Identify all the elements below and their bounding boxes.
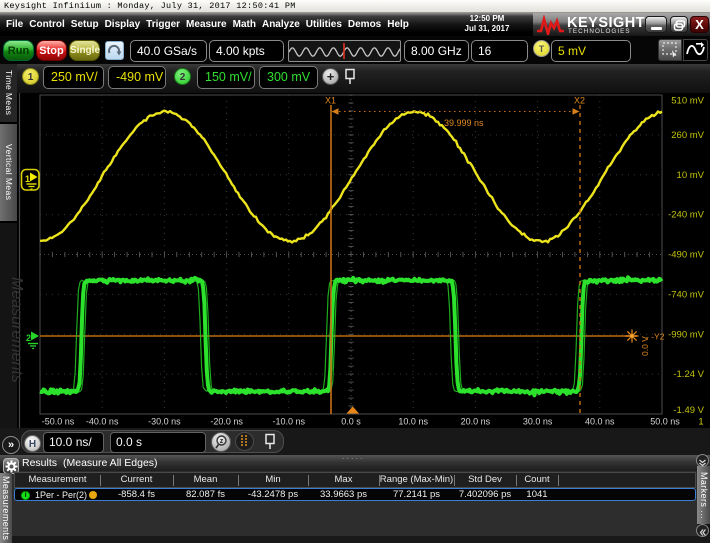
svg-text:510 mV: 510 mV: [671, 96, 704, 107]
svg-text:1: 1: [698, 417, 703, 427]
svg-text:260 mV: 260 mV: [671, 130, 704, 141]
svg-text:Measurements: Measurements: [8, 277, 25, 383]
svg-text:-20.0 ns: -20.0 ns: [210, 417, 243, 427]
svg-text:39.999 ns: 39.999 ns: [444, 118, 484, 128]
svg-text:40.0 ns: 40.0 ns: [585, 417, 615, 427]
svg-text:0.0 s: 0.0 s: [341, 417, 361, 427]
svg-text:z: z: [220, 438, 224, 445]
svg-text:10 mV: 10 mV: [677, 170, 705, 181]
svg-text:50.0 ns: 50.0 ns: [650, 417, 680, 427]
svg-text:-40.0 ns: -40.0 ns: [86, 417, 119, 427]
svg-text:X1: X1: [325, 96, 336, 106]
svg-text:0.0 V: 0.0 V: [640, 336, 650, 356]
svg-text:X2: X2: [574, 96, 585, 106]
svg-text:-240 mV: -240 mV: [668, 210, 705, 221]
svg-text:-30.0 ns: -30.0 ns: [148, 417, 181, 427]
svg-text:-1.49 V: -1.49 V: [673, 405, 704, 416]
svg-text:-490 mV: -490 mV: [668, 250, 705, 261]
svg-text:30.0 ns: 30.0 ns: [523, 417, 553, 427]
svg-text:10.0 ns: 10.0 ns: [398, 417, 428, 427]
svg-text:-740 mV: -740 mV: [668, 289, 705, 300]
svg-text:20.0 ns: 20.0 ns: [461, 417, 491, 427]
svg-text:-50.0 ns: -50.0 ns: [42, 417, 75, 427]
svg-text:-1.24 V: -1.24 V: [673, 369, 704, 380]
svg-text:1: 1: [25, 174, 30, 184]
svg-text:-10.0 ns: -10.0 ns: [273, 417, 306, 427]
svg-text:-990 mV: -990 mV: [668, 329, 705, 340]
svg-text:2: 2: [26, 333, 31, 343]
